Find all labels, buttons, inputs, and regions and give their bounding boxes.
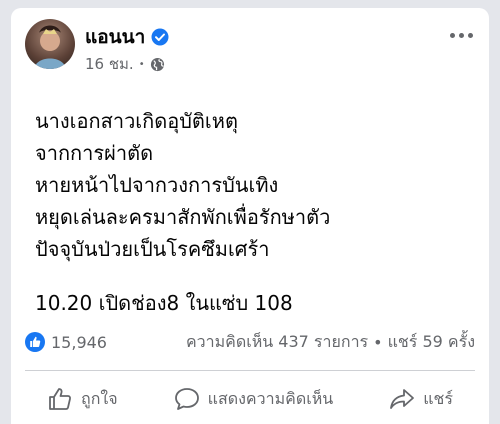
post-text-line: หยุดเล่นละครมาสักพักเพื่อรักษาตัว — [35, 205, 331, 229]
comments-count[interactable]: ความคิดเห็น 437 รายการ — [186, 330, 368, 355]
meta-separator: • — [138, 58, 145, 70]
actions-divider — [25, 370, 475, 371]
post-highlight-line: 10.20 เปิดช่อง8 ในแซ่บ 108 — [35, 291, 293, 315]
more-dot — [449, 32, 455, 38]
engagement-stats: 15,946 ความคิดเห็น 437 รายการ • แชร์ 59 … — [25, 327, 475, 357]
author-avatar[interactable] — [25, 19, 75, 69]
post-meta: 16 ชม. • — [85, 52, 165, 76]
author-line: แอนนา — [85, 22, 169, 52]
more-options-icon[interactable] — [447, 25, 475, 45]
post-text-line: หายหน้าไปจากวงการบันเทิง — [35, 173, 279, 197]
share-button[interactable]: แชร์ — [367, 386, 475, 412]
share-arrow-icon — [390, 389, 415, 409]
like-button[interactable]: ถูกใจ — [25, 386, 140, 412]
author-name[interactable]: แอนนา — [85, 22, 145, 52]
thumbs-up-badge-icon — [25, 332, 45, 352]
globe-icon[interactable] — [150, 57, 165, 72]
post-actions: ถูกใจ แสดงความคิดเห็น แชร์ — [25, 376, 475, 422]
comments-shares-summary: ความคิดเห็น 437 รายการ • แชร์ 59 ครั้ง — [186, 330, 475, 355]
more-dot — [467, 32, 473, 38]
post-text-line: ปัจจุบันป่วยเป็นโรคซึมเศร้า — [35, 237, 270, 261]
comment-label: แสดงความคิดเห็น — [207, 388, 334, 408]
reactions-summary[interactable]: 15,946 — [25, 332, 107, 352]
like-label: ถูกใจ — [81, 388, 118, 408]
comment-icon — [174, 388, 199, 410]
thumbs-up-icon — [49, 388, 71, 410]
verified-badge-icon — [151, 28, 169, 46]
post-text-line: นางเอกสาวเกิดอุบัติเหตุ — [35, 109, 238, 133]
shares-count[interactable]: แชร์ 59 ครั้ง — [388, 330, 475, 355]
stats-separator: • — [373, 332, 383, 352]
post-text-line: จากการผ่าตัด — [35, 141, 154, 165]
share-label: แชร์ — [423, 388, 453, 408]
more-dot — [458, 32, 464, 38]
likes-count: 15,946 — [51, 332, 107, 352]
post-time[interactable]: 16 ชม. — [85, 52, 134, 76]
post-body: นางเอกสาวเกิดอุบัติเหตุ จากการผ่าตัด หาย… — [35, 105, 475, 319]
post-header: แอนนา 16 ชม. • — [25, 19, 475, 79]
post-card: แอนนา 16 ชม. • นางเอกสาวเกิดอุบัติเหตุ จ… — [11, 8, 489, 424]
comment-button[interactable]: แสดงความคิดเห็น — [152, 386, 356, 412]
